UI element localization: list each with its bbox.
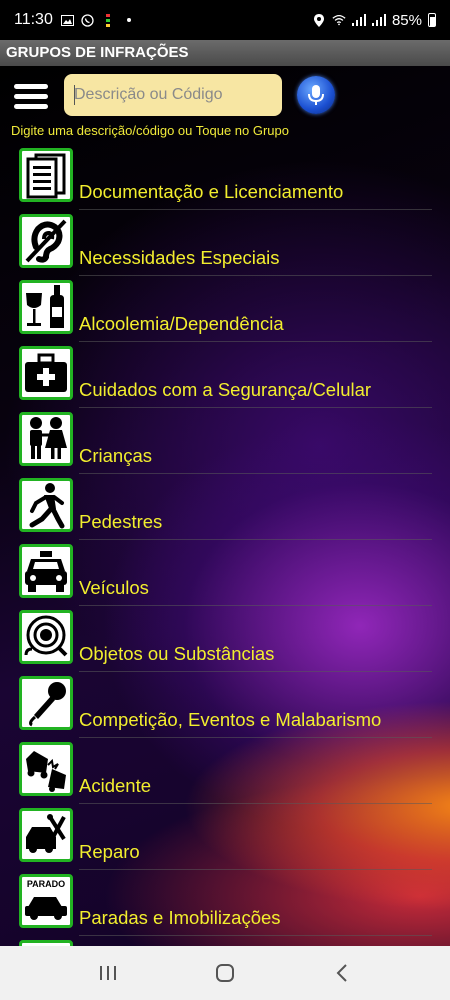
group-item[interactable]: Necessidades Especiais: [0, 214, 450, 280]
group-item[interactable]: Documentação e Licenciamento: [0, 148, 450, 214]
divider: [79, 407, 432, 408]
divider: [79, 869, 432, 870]
group-label: Paradas e Imobilizações: [79, 907, 281, 928]
more-notifications-icon: [126, 18, 131, 22]
app-title: GRUPOS DE INFRAÇÕES: [0, 40, 450, 66]
taxi-icon: [19, 544, 73, 598]
group-item[interactable]: Acidente: [0, 742, 450, 808]
recent-apps-icon[interactable]: [88, 953, 128, 993]
gallery-icon: [61, 14, 75, 26]
parked-sign-text: PARADO: [27, 879, 65, 889]
signal-2-icon: [371, 14, 386, 26]
app-notification-icon: [101, 13, 115, 27]
children-icon: [19, 412, 73, 466]
divider: [79, 605, 432, 606]
group-item[interactable]: Reparo: [0, 808, 450, 874]
location-icon: [312, 13, 326, 27]
whatsapp-icon: [81, 13, 95, 27]
divider: [79, 671, 432, 672]
document-icon: [19, 148, 73, 202]
group-item[interactable]: Crianças: [0, 412, 450, 478]
group-label: Crianças: [79, 445, 152, 466]
group-item[interactable]: Competição, Eventos e Malabarismo: [0, 676, 450, 742]
car-crash-icon: [19, 742, 73, 796]
divider: [79, 737, 432, 738]
back-icon[interactable]: [322, 953, 362, 993]
microphone-icon: [19, 676, 73, 730]
battery-percent: 85%: [391, 11, 422, 29]
signal-icon: [351, 14, 366, 26]
group-item[interactable]: Alcoolemia/Dependência: [0, 280, 450, 346]
group-label: Acidente: [79, 775, 151, 796]
divider: [79, 539, 432, 540]
group-label: Pedestres: [79, 511, 163, 532]
home-icon[interactable]: [205, 953, 245, 993]
divider: [79, 341, 432, 342]
divider: [79, 275, 432, 276]
group-label: Reparo: [79, 841, 140, 862]
divider: [79, 803, 432, 804]
wine-bottle-icon: [19, 280, 73, 334]
divider: [79, 935, 432, 936]
first-aid-kit-icon: [19, 346, 73, 400]
status-time: 11:30: [14, 11, 53, 28]
hearing-impaired-icon: [19, 214, 73, 268]
notification-icons: [61, 13, 131, 27]
search-input[interactable]: [64, 74, 282, 116]
group-label: Alcoolemia/Dependência: [79, 313, 284, 334]
main-content: Digite uma descrição/código ou Toque no …: [0, 66, 450, 946]
group-label: Cuidados com a Segurança/Celular: [79, 379, 372, 400]
group-label: Objetos ou Substâncias: [79, 643, 275, 664]
cup-icon: [19, 610, 73, 664]
search-hint: Digite uma descrição/código ou Toque no …: [11, 123, 289, 138]
car-repair-icon: [19, 808, 73, 862]
group-item[interactable]: Pedestres: [0, 478, 450, 544]
battery-icon: [428, 13, 436, 27]
group-item[interactable]: Veículos: [0, 544, 450, 610]
menu-icon[interactable]: [14, 84, 48, 110]
divider: [79, 473, 432, 474]
group-label: Necessidades Especiais: [79, 247, 280, 268]
group-item[interactable]: Objetos ou Substâncias: [0, 610, 450, 676]
group-label: Documentação e Licenciamento: [79, 181, 344, 202]
status-bar: 11:30 85%: [0, 0, 450, 40]
wifi-icon: [332, 14, 346, 26]
group-label: Competição, Eventos e Malabarismo: [79, 709, 382, 730]
group-item[interactable]: PARADO Paradas e Imobilizações: [0, 874, 450, 940]
pedestrian-icon: [19, 478, 73, 532]
text-cursor: [74, 85, 75, 105]
navigation-bar: [0, 946, 450, 1000]
group-label: Veículos: [79, 577, 149, 598]
divider: [79, 209, 432, 210]
microphone-icon[interactable]: [297, 76, 335, 114]
parked-car-icon: PARADO: [19, 874, 73, 928]
group-item[interactable]: Cuidados com a Segurança/Celular: [0, 346, 450, 412]
